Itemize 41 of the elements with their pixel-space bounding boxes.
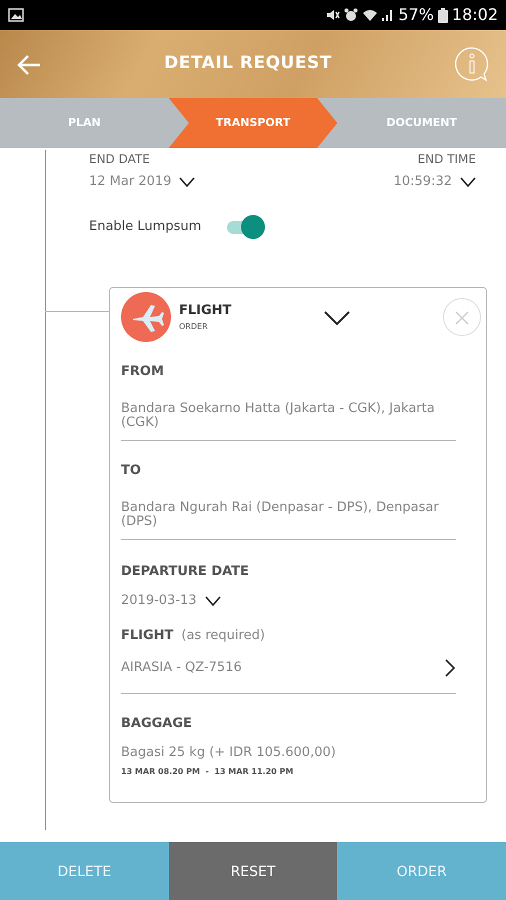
battery-icon <box>438 8 448 22</box>
chevron-down-icon[interactable] <box>460 176 476 187</box>
battery-percent: 57% <box>398 4 434 26</box>
field-value[interactable]: Bandara Soekarno Hatta (Jakarta - CGK), Jakarta (CGK) <box>121 402 456 442</box>
date-value[interactable]: 2019-03-13 <box>121 594 197 608</box>
chevron-down-icon[interactable] <box>204 596 221 606</box>
step-tab[interactable]: TRANSPORT <box>168 98 338 148</box>
card-subtitle: ORDER <box>179 320 209 333</box>
date-value[interactable]: 12 Mar 2019 <box>89 172 172 192</box>
back-button[interactable] <box>16 52 42 76</box>
wifi-icon <box>362 8 378 22</box>
field-value[interactable]: Bandara Ngurah Rai (Denpasar - DPS), Denpasar (DPS) <box>121 500 456 540</box>
signal-icon <box>382 8 394 22</box>
field-label: FROM <box>121 363 164 381</box>
field-label: TO <box>121 462 141 480</box>
action-button[interactable]: RESET <box>168 842 338 900</box>
chevron-right-icon[interactable] <box>444 659 456 678</box>
chevron-down-icon[interactable] <box>179 176 196 187</box>
clock: 18:02 <box>452 4 498 26</box>
mute-icon <box>326 8 340 22</box>
field-label: END DATE <box>89 151 150 168</box>
time-range: 13 MAR 08.20 PM - 13 MAR 11.20 PM <box>121 766 294 778</box>
field-label: FLIGHT <box>121 626 174 645</box>
toggle-switch[interactable] <box>225 214 266 240</box>
step-tab[interactable]: DOCUMENT <box>337 98 506 148</box>
time-value[interactable]: 10:59:32 <box>394 172 452 192</box>
baggage-value[interactable]: Bagasi 25 kg (+ IDR 105.600,00) <box>121 746 456 760</box>
flight-value[interactable]: AIRASIA - QZ-7516 <box>121 661 242 676</box>
step-tab[interactable]: PLAN <box>0 98 169 148</box>
page-title: DETAIL REQUEST <box>163 52 333 76</box>
alarm-icon <box>344 8 358 22</box>
field-label: BAGGAGE <box>121 715 192 734</box>
action-button[interactable]: DELETE <box>0 842 169 900</box>
airplane-icon <box>121 292 171 342</box>
toggle-label: Enable Lumpsum <box>89 218 202 236</box>
field-hint: (as required) <box>181 626 265 645</box>
action-button[interactable]: ORDER <box>337 842 506 900</box>
image-icon <box>8 8 24 22</box>
field-label: END TIME <box>418 151 476 168</box>
card-title: FLIGHT <box>179 302 232 320</box>
field-label: DEPARTURE DATE <box>121 563 249 582</box>
